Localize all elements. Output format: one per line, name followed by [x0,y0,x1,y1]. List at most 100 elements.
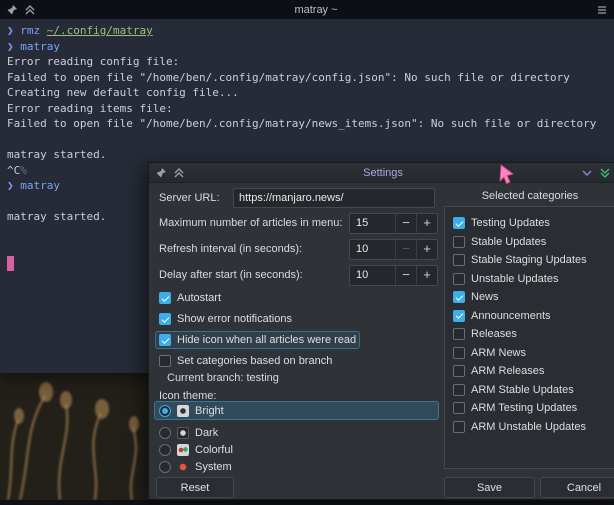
terminal-text-segment: ~/.config/matray [47,24,153,37]
category-label: Testing Updates [471,217,550,229]
checkbox [453,310,465,322]
terminal-text-segment: Creating new default config file... [7,86,239,99]
checkbox [453,328,465,340]
category-list: Testing Updates Stable Updates Stable Stag… [444,206,614,469]
checkbox [453,365,465,377]
cancel-button[interactable]: Cancel [540,477,614,498]
theme-icon [177,405,189,417]
double-chevron-up-icon[interactable] [24,4,36,16]
category-checkbox-row[interactable]: ARM Unstable Updates [453,418,608,437]
save-button[interactable]: Save [444,477,535,498]
terminal-text-segment: Error reading config file: [7,55,179,68]
radio-label: Colorful [195,444,233,456]
radio-button [159,461,171,473]
checkbox-row[interactable]: Set categories based on branch [159,353,332,369]
spin-label: Refresh interval (in seconds): [159,243,302,255]
category-label: Stable Staging Updates [471,254,587,266]
radio-label: System [195,461,232,473]
icon-theme-option-bright[interactable]: Bright [155,402,438,419]
spinbox[interactable]: 15−+ [349,213,438,234]
menu-icon[interactable] [596,4,608,16]
double-chevron-up-icon[interactable] [173,167,185,179]
checkbox [453,421,465,433]
checkbox-label: Set categories based on branch [177,355,332,367]
theme-icon [177,461,189,473]
theme-icon [177,444,189,456]
terminal-line: ❯ matray [7,39,607,55]
checkbox-label: Show error notifications [177,313,292,325]
pin-icon[interactable] [6,4,18,16]
category-label: Releases [471,328,517,340]
settings-dialog: Settings Server URL: Maximum number of a… [148,162,614,500]
spinbox[interactable]: 10−+ [349,239,438,260]
chevron-down-icon[interactable] [581,167,593,179]
category-checkbox-row[interactable]: Stable Staging Updates [453,251,608,270]
increment-button[interactable]: + [416,214,437,233]
checkbox [453,273,465,285]
decrement-button[interactable]: − [395,240,416,259]
terminal-line: Creating new default config file... [7,85,607,101]
spin-label: Maximum number of articles in menu: [159,217,342,229]
terminal-text-segment [7,256,14,272]
category-label: Announcements [471,310,551,322]
icon-theme-label: Icon theme: [159,390,216,402]
checkbox-row[interactable]: Hide icon when all articles were read [156,332,359,348]
radio-button [159,405,171,417]
decrement-button[interactable]: − [395,214,416,233]
checkbox [159,292,171,304]
server-url-input[interactable] [233,188,435,208]
checkbox-label: Autostart [177,292,221,304]
terminal-text-segment: ^C [7,164,20,177]
category-checkbox-row[interactable]: Announcements [453,307,608,326]
reset-button[interactable]: Reset [156,477,234,498]
terminal-text-segment: rmz [20,24,47,37]
terminal-text-segment: Failed to open file "/home/ben/.config/m… [7,71,570,84]
icon-theme-option-colorful[interactable]: Colorful [155,441,438,458]
spin-value: 10 [350,266,395,285]
category-label: News [471,291,499,303]
terminal-line: Failed to open file "/home/ben/.config/m… [7,116,607,132]
wallpaper-plants [0,358,160,500]
icon-theme-option-system[interactable]: System [155,458,438,475]
checkbox-row[interactable]: Show error notifications [159,311,292,327]
categories-header: Selected categories [444,190,614,202]
category-checkbox-row[interactable]: ARM Stable Updates [453,381,608,400]
dialog-title: Settings [191,167,575,179]
increment-button[interactable]: + [416,266,437,285]
checkbox [453,402,465,414]
terminal-title: matray ~ [42,4,590,16]
checkbox-row[interactable]: Autostart [159,290,221,306]
spin-value: 10 [350,240,395,259]
terminal-text-segment: matray started. [7,210,106,223]
decrement-button[interactable]: − [395,266,416,285]
green-double-chevron-icon[interactable] [599,167,611,179]
terminal-line: matray started. [7,147,607,163]
checkbox [453,291,465,303]
terminal-text-segment: % [20,164,27,177]
category-checkbox-row[interactable]: Unstable Updates [453,270,608,289]
spin-value: 15 [350,214,395,233]
category-checkbox-row[interactable]: Stable Updates [453,233,608,252]
radio-label: Dark [195,427,218,439]
settings-titlebar[interactable]: Settings [149,163,614,183]
terminal-text-segment: ❯ [7,40,20,53]
terminal-text-segment: matray [20,179,60,192]
spinbox[interactable]: 10−+ [349,265,438,286]
category-checkbox-row[interactable]: News [453,288,608,307]
category-checkbox-row[interactable]: ARM News [453,344,608,363]
checkbox [453,347,465,359]
pin-icon[interactable] [155,167,167,179]
category-checkbox-row[interactable]: ARM Testing Updates [453,399,608,418]
category-checkbox-row[interactable]: ARM Releases [453,362,608,381]
radio-button [159,427,171,439]
mouse-cursor [497,164,517,186]
category-checkbox-row[interactable]: Testing Updates [453,214,608,233]
terminal-titlebar[interactable]: matray ~ [0,0,614,19]
icon-theme-option-dark[interactable]: Dark [155,424,438,441]
increment-button[interactable]: + [416,240,437,259]
category-checkbox-row[interactable]: Releases [453,325,608,344]
terminal-line: Failed to open file "/home/ben/.config/m… [7,70,607,86]
server-url-label: Server URL: [159,192,220,204]
checkbox-label: Hide icon when all articles were read [177,334,356,346]
terminal-line [7,132,607,148]
